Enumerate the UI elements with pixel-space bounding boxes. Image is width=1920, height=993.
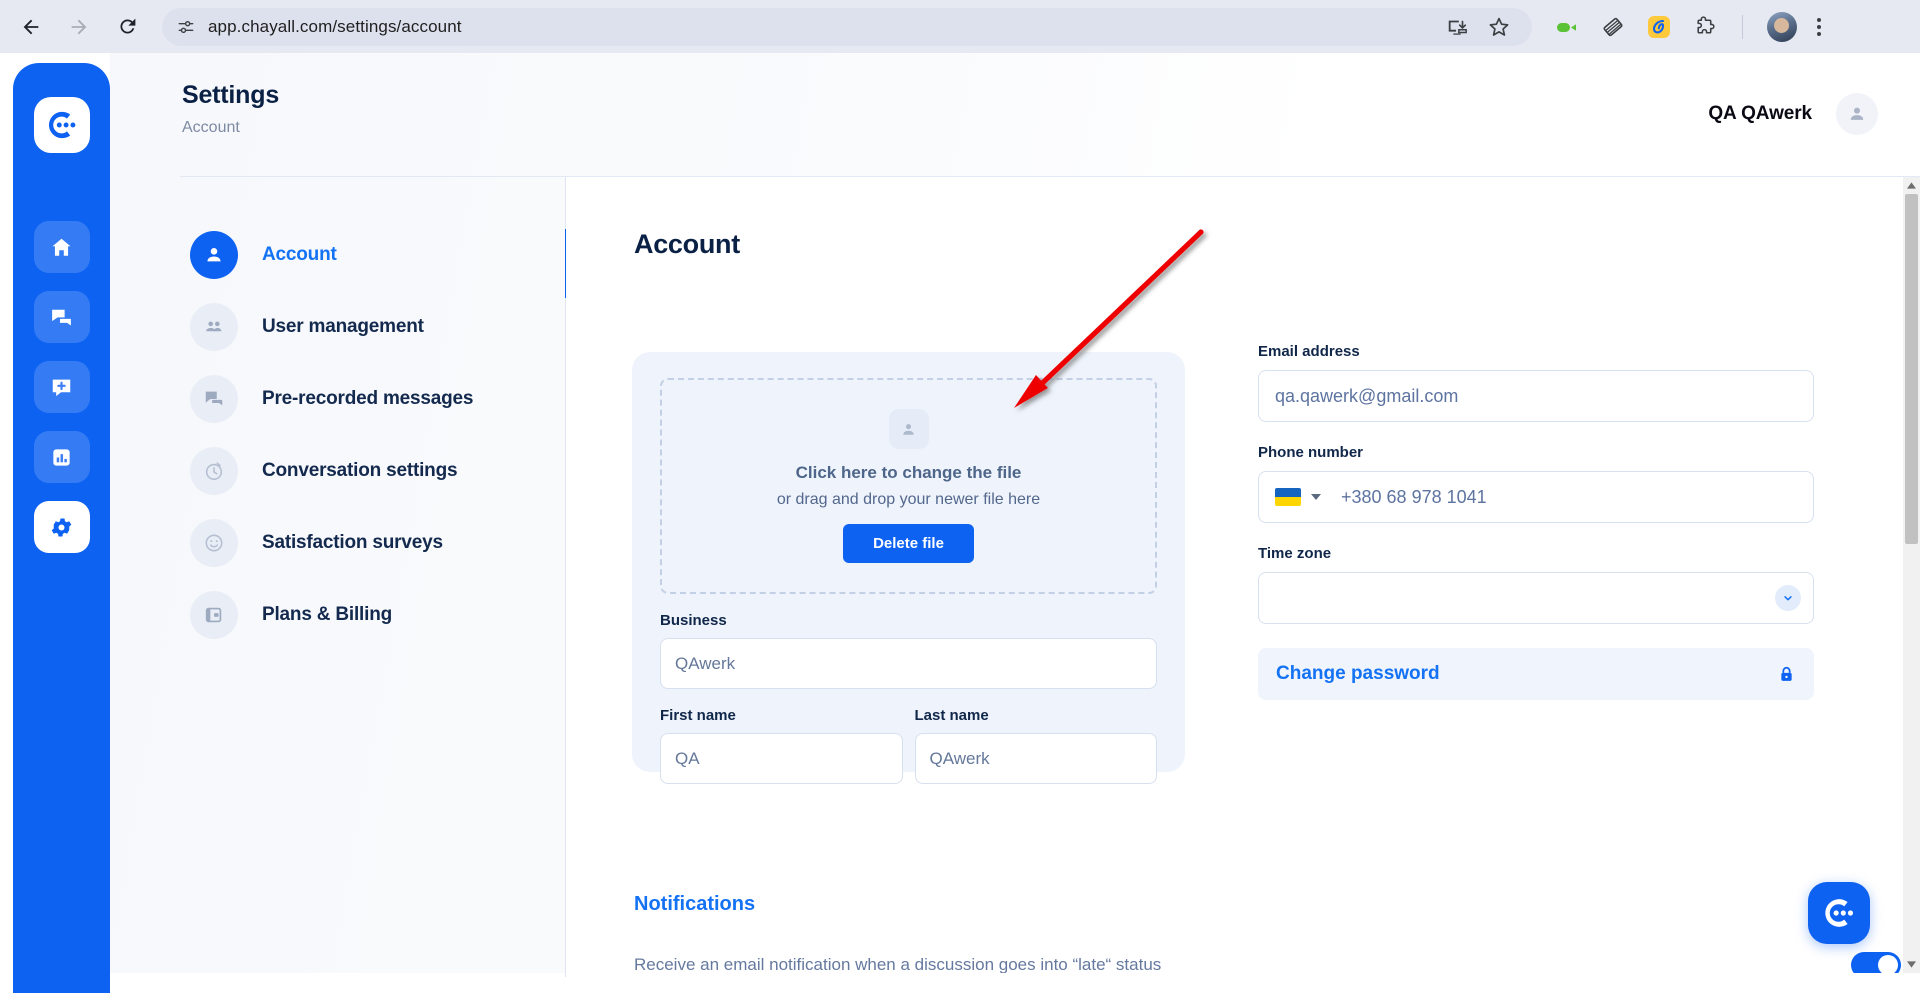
notes-icon[interactable]: [1600, 14, 1626, 40]
messages-icon: [52, 309, 71, 326]
people-icon: [190, 303, 238, 351]
dropzone-subtitle: or drag and drop your newer file here: [776, 491, 1041, 508]
delete-file-button[interactable]: Delete file: [843, 524, 974, 563]
video-camera-icon[interactable]: [1554, 14, 1580, 40]
sidebar-item-conversation-settings[interactable]: Conversation settings: [155, 435, 555, 507]
app-shell: Settings Account QA QAwerk Account User …: [0, 53, 1920, 993]
puzzle-piece-icon[interactable]: [1692, 14, 1718, 40]
phone-label: Phone number: [1258, 444, 1364, 461]
forward-arrow-icon: [71, 19, 87, 34]
account-right-column: Email address Phone number +380 68 978 1…: [1258, 343, 1814, 700]
sidebar-item-label: Pre-recorded messages: [262, 388, 474, 409]
user-menu[interactable]: QA QAwerk: [1708, 93, 1878, 135]
change-password-label: Change password: [1276, 663, 1440, 684]
sidebar-item-label: Account: [262, 244, 337, 265]
highlighter-icon[interactable]: [1646, 14, 1672, 40]
timezone-label: Time zone: [1258, 545, 1332, 562]
profile-avatar[interactable]: [1767, 11, 1797, 42]
business-label: Business: [660, 612, 727, 629]
kebab-menu-icon[interactable]: [1817, 17, 1821, 36]
user-name: QA QAwerk: [1708, 103, 1812, 124]
star-icon[interactable]: [1486, 14, 1512, 40]
gear-icon: [51, 518, 72, 536]
sidebar-item-label: Conversation settings: [262, 460, 458, 481]
back-arrow-icon: [23, 19, 39, 34]
sidebar-item-satisfaction-surveys[interactable]: Satisfaction surveys: [155, 507, 555, 579]
account-heading: Account: [634, 229, 740, 259]
business-input[interactable]: [660, 638, 1157, 689]
notification-toggle[interactable]: [1851, 952, 1901, 973]
wallet-icon: [190, 591, 238, 639]
change-password-button[interactable]: Change password: [1258, 648, 1814, 700]
phone-number-value: +380 68 978 1041: [1341, 486, 1487, 507]
sidebar-item-label: Plans & Billing: [262, 604, 393, 625]
breadcrumb: Account: [182, 119, 240, 136]
sidebar-item-label: User management: [262, 316, 424, 337]
email-label: Email address: [1258, 343, 1360, 360]
ukraine-flag-icon: [1275, 488, 1301, 506]
settings-panel: Settings Account QA QAwerk Account User …: [110, 53, 1920, 977]
browser-nav-buttons: [0, 6, 148, 48]
sidebar-item-account[interactable]: Account: [155, 219, 555, 291]
home-icon: [52, 238, 71, 256]
sidebar-item-pre-recorded-messages[interactable]: Pre-recorded messages: [155, 363, 555, 435]
scroll-down-arrow[interactable]: [1903, 956, 1920, 973]
chat-widget-button[interactable]: [1808, 882, 1870, 944]
scroll-up-arrow[interactable]: [1903, 177, 1920, 194]
scrollbar-thumb[interactable]: [1905, 194, 1918, 544]
url-text: app.chayall.com/settings/account: [208, 16, 462, 36]
rail-item-home[interactable]: [33, 221, 90, 273]
chat-bubbles-icon: [190, 375, 238, 423]
rail-items: [33, 221, 90, 553]
country-chevron-down-icon[interactable]: [1311, 494, 1321, 500]
phone-field[interactable]: +380 68 978 1041: [1258, 471, 1814, 523]
forward-button[interactable]: [58, 6, 100, 48]
tune-icon[interactable]: [176, 17, 196, 37]
chayall-logo-icon[interactable]: [33, 97, 90, 153]
app-rail: [13, 63, 110, 993]
toolbar-separator: [1742, 14, 1743, 39]
file-dropzone[interactable]: Click here to change the file or drag an…: [660, 378, 1157, 594]
notifications-heading: Notifications: [634, 893, 756, 915]
lock-icon: [1781, 666, 1792, 681]
rail-item-statistics[interactable]: [33, 431, 90, 483]
person-icon: [190, 231, 238, 279]
email-field[interactable]: [1258, 370, 1814, 422]
avatar[interactable]: [1836, 93, 1878, 135]
page-title: Settings: [182, 81, 280, 109]
person-icon: [888, 409, 929, 449]
chevron-down-icon[interactable]: [1775, 585, 1801, 611]
first-name-input[interactable]: [660, 733, 903, 784]
dropzone-title: Click here to change the file: [795, 463, 1022, 482]
new-message-icon: [52, 379, 71, 396]
smiley-icon: [190, 519, 238, 567]
bar-chart-icon: [53, 448, 70, 466]
address-bar[interactable]: app.chayall.com/settings/account: [162, 7, 1532, 46]
reload-icon: [119, 18, 135, 34]
rail-item-conversations[interactable]: [33, 291, 90, 343]
reload-button[interactable]: [106, 6, 148, 48]
install-app-icon[interactable]: [1444, 14, 1470, 40]
notification-row-text: Receive an email notification when a dis…: [634, 955, 1162, 973]
sidebar-item-label: Satisfaction surveys: [262, 532, 443, 553]
browser-extensions: [1532, 11, 1821, 42]
profile-card: Click here to change the file or drag an…: [632, 352, 1185, 784]
rail-item-new-message[interactable]: [33, 361, 90, 413]
last-name-input[interactable]: [914, 733, 1157, 784]
sidebar-item-plans-billing[interactable]: Plans & Billing: [155, 579, 555, 651]
settings-nav: Account User management Pre-recorded mes…: [155, 219, 555, 651]
rail-item-settings[interactable]: [33, 501, 90, 553]
browser-toolbar: app.chayall.com/settings/account: [0, 0, 1920, 53]
timer-icon: [190, 447, 238, 495]
account-content: Account Click here to change the file or…: [566, 177, 1916, 973]
first-name-label: First name: [660, 707, 736, 724]
timezone-select[interactable]: [1258, 572, 1814, 624]
page-header: Settings Account: [182, 81, 279, 137]
person-icon: [1850, 107, 1864, 120]
back-button[interactable]: [10, 6, 52, 48]
sidebar-item-user-management[interactable]: User management: [155, 291, 555, 363]
chayall-logo-icon: [1825, 899, 1854, 927]
content-scrollbar[interactable]: [1903, 177, 1920, 973]
last-name-label: Last name: [914, 707, 989, 724]
